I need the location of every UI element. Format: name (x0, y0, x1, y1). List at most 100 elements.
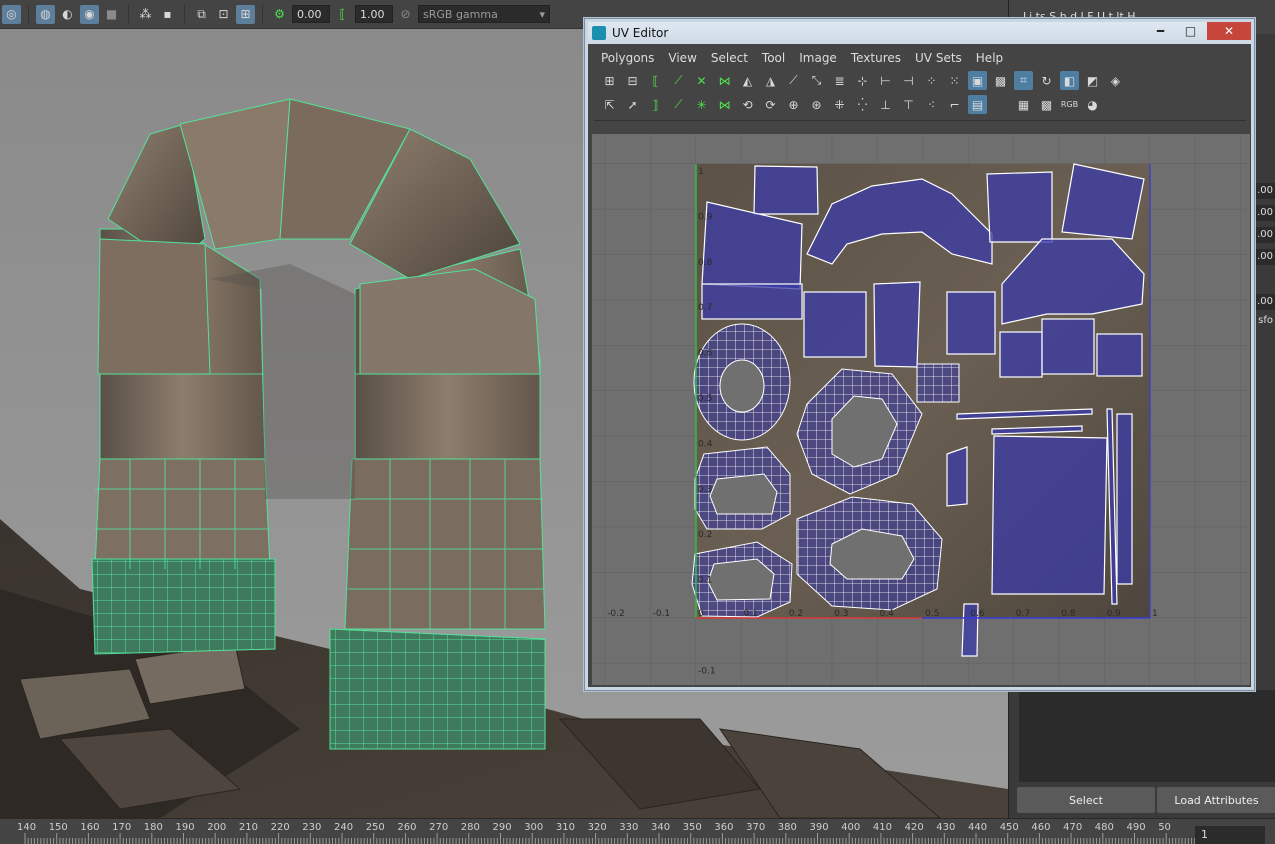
close-icon[interactable]: ✕ (1207, 22, 1251, 40)
layout-icon[interactable]: ≣ (830, 71, 849, 90)
rgb-channel-icon[interactable]: RGB (1060, 95, 1079, 114)
snap-corner-icon[interactable]: ⌐ (945, 95, 964, 114)
xray-joints-icon[interactable]: ⊞ (236, 4, 255, 24)
texture-borders-icon[interactable]: ◈ (1106, 71, 1125, 90)
color-space-dropdown[interactable]: sRGB gamma ▾ (418, 5, 550, 23)
snap-icon[interactable]: ⁘ (922, 71, 941, 90)
menu-view[interactable]: View (661, 51, 703, 65)
merge-icon[interactable]: ⁛ (853, 95, 872, 114)
color-management-icon[interactable]: ⊘ (396, 5, 415, 24)
time-tick-label: 280 (461, 822, 480, 833)
exposure-icon[interactable]: ⚙ (270, 5, 289, 24)
uv-tool-grid: ⊞ ⊟ ⟦ ⟋ ✕ ⋈ ◭ ◮ ⟋ ⤡ ≣ ⊹ ⊢ ⊣ ⁘ ⁙ ▣ ▩ ⌗ ↻ (600, 71, 1242, 119)
pixel-snap-icon[interactable]: ▩ (1037, 95, 1056, 114)
sew-uv-icon[interactable]: ⤡ (807, 71, 826, 90)
uv-texture-canvas[interactable]: -0.2 -0.1 0 0.1 0.2 0.3 0.4 0.5 0.6 0.7 0.8 0.9 1 1 0.… (592, 134, 1250, 685)
image-display-icon[interactable]: ▣ (968, 71, 987, 90)
time-tick-label: 50 (1158, 822, 1171, 833)
distortion-icon[interactable]: ◩ (1083, 71, 1102, 90)
align-left-icon[interactable]: ⟦ (646, 71, 665, 90)
attr-field-4[interactable]: .00 (1253, 249, 1275, 265)
tweak-cursor-icon[interactable]: ➚ (623, 95, 642, 114)
current-frame-field[interactable]: 1 (1195, 826, 1265, 844)
flip-v-icon[interactable]: ⊟ (623, 71, 642, 90)
time-tick-label: 450 (1000, 822, 1019, 833)
select-cursor-icon[interactable]: ⇱ (600, 95, 619, 114)
align-right-icon[interactable]: ⟋ (669, 71, 688, 90)
menu-polygons[interactable]: Polygons (594, 51, 661, 65)
cut-uv-icon[interactable]: ⟋ (784, 71, 803, 90)
relax-icon[interactable]: ✳ (692, 95, 711, 114)
dim-image-icon[interactable]: ▤ (968, 95, 987, 114)
isolate-select-icon[interactable]: ⧉ (192, 5, 211, 24)
maximize-icon[interactable]: □ (1176, 22, 1205, 40)
rotate-90-ccw-icon[interactable]: ⟲ (738, 95, 757, 114)
unpin-icon[interactable]: ⊛ (807, 95, 826, 114)
grid-uv-icon[interactable]: ⋈ (715, 95, 734, 114)
select-button[interactable]: Select (1017, 787, 1155, 813)
uv-grid-label-v: 0.6 (698, 349, 713, 359)
attr-field-5[interactable]: .00 (1253, 294, 1275, 310)
menu-textures[interactable]: Textures (844, 51, 908, 65)
align-bottom-icon[interactable]: ⋈ (715, 71, 734, 90)
rotate-90-cw-icon[interactable]: ⟳ (761, 95, 780, 114)
shadows-icon[interactable]: ◉ (80, 4, 99, 24)
attr-field-2[interactable]: .00 (1253, 205, 1275, 221)
lighting-icon[interactable]: ◐ (58, 5, 77, 24)
menu-image[interactable]: Image (792, 51, 844, 65)
split-icon[interactable]: ⁜ (830, 95, 849, 114)
color-swatch-icon[interactable]: ◕ (1083, 95, 1102, 114)
uv-editor-window: UV Editor ━ □ ✕ Polygons View Select Too… (584, 18, 1255, 691)
time-tick-label: 210 (239, 822, 258, 833)
time-slider[interactable]: 140 150 160 170 180 190 200 210 220 230 240 250 260 2… (0, 818, 1275, 844)
motion-blur-icon[interactable]: ⁂ (136, 5, 155, 24)
ambient-occlusion-icon[interactable]: ■ (102, 5, 121, 24)
uv-editor-titlebar[interactable]: UV Editor ━ □ ✕ (588, 22, 1251, 44)
grid-display-icon[interactable]: ▦ (1014, 95, 1033, 114)
menu-uv-sets[interactable]: UV Sets (908, 51, 969, 65)
pin-icon[interactable]: ⊕ (784, 95, 803, 114)
refresh-icon[interactable]: ↻ (1037, 71, 1056, 90)
textured-icon[interactable]: ◍ (36, 4, 55, 24)
move-down-icon[interactable]: ⊥ (876, 95, 895, 114)
align-top-icon[interactable]: ✕ (692, 71, 711, 90)
toolbar-divider (262, 5, 263, 23)
time-tick-label: 370 (746, 822, 765, 833)
exposure-field[interactable]: 0.00 (292, 5, 330, 23)
move-right-icon[interactable]: ⊣ (899, 71, 918, 90)
checker-icon[interactable]: ▩ (991, 71, 1010, 90)
grid-toggle-icon[interactable]: ⌗ (1014, 71, 1033, 90)
rotate-ccw-icon[interactable]: ◭ (738, 71, 757, 90)
attr-field-3[interactable]: .00 (1253, 227, 1275, 243)
antialias-icon[interactable]: ▪ (158, 5, 177, 24)
toolbar-divider (28, 5, 29, 23)
shell-select-icon[interactable]: ⁙ (945, 71, 964, 90)
wireframe-shaded-icon[interactable]: ◎ (2, 4, 21, 24)
move-up-icon[interactable]: ⊤ (899, 95, 918, 114)
load-attributes-button[interactable]: Load Attributes (1157, 787, 1275, 813)
menu-select[interactable]: Select (704, 51, 755, 65)
menu-tool[interactable]: Tool (755, 51, 792, 65)
time-tick-label: 390 (810, 822, 829, 833)
move-left-icon[interactable]: ⊢ (876, 71, 895, 90)
uv-grid-svg: -0.2 -0.1 0 0.1 0.2 0.3 0.4 0.5 0.6 0.7 0.8 0.9 1 1 0.… (592, 134, 1250, 685)
unfold-icon[interactable]: ⊹ (853, 71, 872, 90)
attr-field-1[interactable]: .00 (1253, 183, 1275, 199)
toolbar-divider (128, 5, 129, 23)
xray-icon[interactable]: ⊡ (214, 5, 233, 24)
uv-grid-label-u: 0.2 (789, 609, 803, 619)
time-tick-label: 310 (556, 822, 575, 833)
stack-icon[interactable]: ⟧ (646, 95, 665, 114)
gamma-field[interactable]: 1.00 (355, 5, 393, 23)
time-tick-label: 420 (905, 822, 924, 833)
flip-u-icon[interactable]: ⊞ (600, 71, 619, 90)
straighten-icon[interactable]: ⟋ (669, 95, 688, 114)
gamma-icon[interactable]: ⟦ (333, 5, 352, 24)
menu-help[interactable]: Help (969, 51, 1010, 65)
uv-grid-label-v: 0.5 (698, 394, 712, 404)
minimize-icon[interactable]: ━ (1146, 22, 1175, 40)
shade-uv-icon[interactable]: ◧ (1060, 71, 1079, 90)
rotate-cw-icon[interactable]: ◮ (761, 71, 780, 90)
nudge-icon[interactable]: ⁖ (922, 95, 941, 114)
time-tick-label: 380 (778, 822, 797, 833)
